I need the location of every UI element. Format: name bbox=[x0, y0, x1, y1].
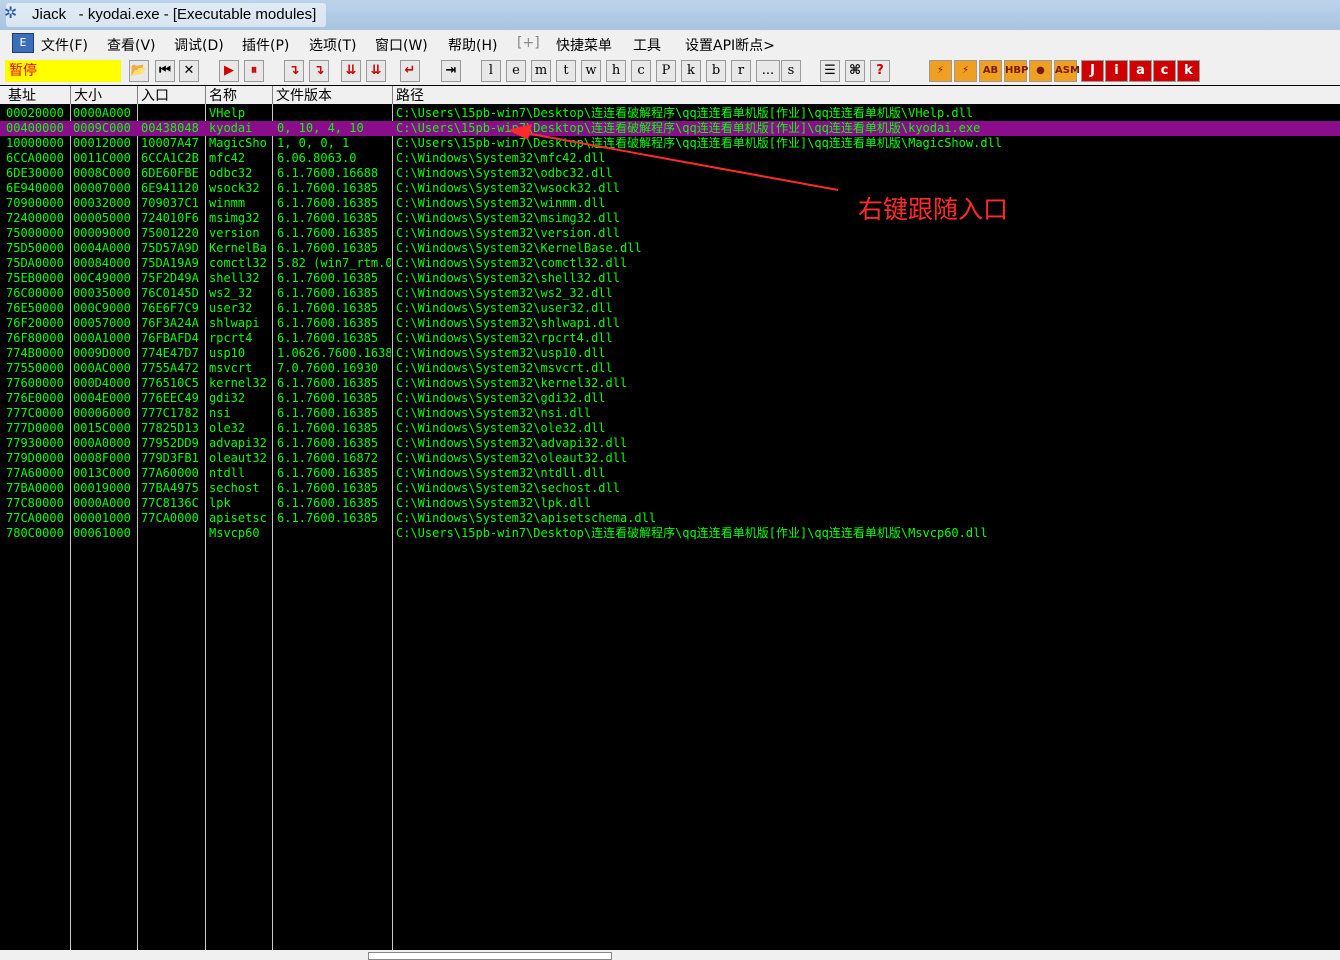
annotation-text: 右键跟随入口 bbox=[858, 195, 1009, 224]
command-bar bbox=[0, 950, 1340, 960]
annotation-arrow bbox=[508, 124, 839, 191]
command-input[interactable] bbox=[368, 952, 612, 960]
